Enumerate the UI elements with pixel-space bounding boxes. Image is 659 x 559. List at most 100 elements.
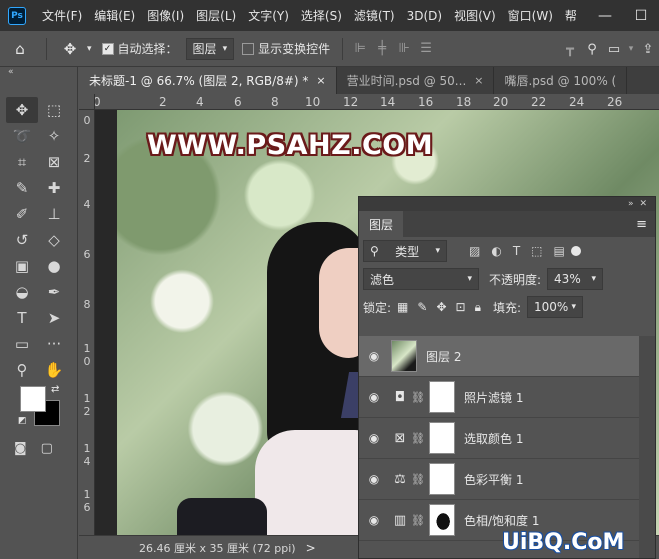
- tab-label: 营业时间.psd @ 50...: [346, 74, 467, 88]
- menu-filter[interactable]: 滤镜(T): [348, 7, 401, 24]
- blend-mode-dropdown[interactable]: 滤色 ▾: [363, 268, 479, 290]
- panel-menu-icon[interactable]: ≡: [636, 217, 647, 232]
- visibility-eye-icon[interactable]: ◉: [359, 472, 389, 486]
- hand-tool-icon[interactable]: ✋: [38, 357, 70, 383]
- home-icon[interactable]: ⌂: [0, 40, 40, 58]
- lock-icons: ▦ ✎ ✥ ⊡ 🔒︎: [397, 300, 481, 315]
- menu-image[interactable]: 图像(I): [141, 7, 190, 24]
- options-right-group: ┳ ⚲ ▭ ▾ ⇪: [559, 31, 659, 67]
- visibility-eye-icon[interactable]: ◉: [359, 390, 389, 404]
- close-icon[interactable]: ×: [474, 74, 483, 87]
- minimize-button[interactable]: —: [587, 8, 623, 24]
- visibility-eye-icon[interactable]: ◉: [359, 431, 389, 445]
- ruler-origin[interactable]: [79, 94, 95, 110]
- filter-pixel-icon[interactable]: ▨: [469, 244, 480, 258]
- align-right-icon[interactable]: ⊪: [393, 41, 415, 56]
- menu-layer[interactable]: 图层(L): [190, 7, 242, 24]
- layer-row[interactable]: ◉ ⊠ ⛓︎ 选取颜色 1: [359, 418, 639, 459]
- screen-mode-icon[interactable]: ▢: [41, 441, 53, 456]
- collapse-panel-icon[interactable]: »: [628, 199, 634, 209]
- tab-lips[interactable]: 嘴唇.psd @ 100% (: [494, 67, 628, 94]
- share-icon[interactable]: ⇪: [637, 42, 659, 57]
- panel-titlebar: » ✕: [359, 197, 655, 211]
- tab-business-hours[interactable]: 营业时间.psd @ 50... ×: [337, 67, 495, 94]
- close-icon[interactable]: ×: [316, 74, 325, 87]
- pen-tool-icon[interactable]: ✒: [38, 279, 70, 305]
- filter-adjustment-icon[interactable]: ◐: [491, 244, 501, 258]
- lock-position-icon[interactable]: ✥: [436, 300, 446, 315]
- distribute-icon[interactable]: ┳: [559, 42, 581, 57]
- menu-type[interactable]: 文字(Y): [242, 7, 295, 24]
- collapse-icon[interactable]: «: [0, 67, 77, 79]
- quick-mask-icon[interactable]: ◙: [14, 441, 27, 456]
- brush-tool-icon[interactable]: ✐: [6, 201, 38, 227]
- path-selection-tool-icon[interactable]: ➤: [38, 305, 70, 331]
- menu-file[interactable]: 文件(F): [36, 7, 88, 24]
- frame-tool-icon[interactable]: ⊠: [38, 149, 70, 175]
- zoom-tool-icon[interactable]: ⚲: [6, 357, 38, 383]
- search-icon[interactable]: ⚲: [581, 42, 603, 57]
- align-top-icon[interactable]: ☰: [415, 41, 437, 56]
- menu-select[interactable]: 选择(S): [295, 7, 348, 24]
- auto-select-target-dropdown[interactable]: 图层 ▾: [185, 37, 235, 60]
- swap-colors-icon[interactable]: ⇄: [51, 384, 59, 395]
- chevron-down-icon[interactable]: ▾: [87, 44, 92, 54]
- type-tool-icon[interactable]: T: [6, 305, 38, 331]
- menu-help[interactable]: 帮: [559, 7, 583, 24]
- visibility-eye-icon[interactable]: ◉: [359, 513, 389, 527]
- healing-brush-tool-icon[interactable]: ✚: [38, 175, 70, 201]
- align-center-icon[interactable]: ╪: [371, 41, 393, 56]
- filter-icons: ▨ ◐ T ⬚ ▤: [469, 244, 565, 258]
- move-tool-icon[interactable]: ✥: [6, 97, 38, 123]
- gradient-tool-icon[interactable]: ▣: [6, 253, 38, 279]
- magic-wand-tool-icon[interactable]: ✧: [38, 123, 70, 149]
- layer-row[interactable]: ◉ ⚖︎ ⛓︎ 色彩平衡 1: [359, 459, 639, 500]
- foreground-color-swatch[interactable]: [20, 386, 46, 412]
- history-brush-tool-icon[interactable]: ↺: [6, 227, 38, 253]
- lasso-tool-icon[interactable]: ➰: [6, 123, 38, 149]
- clone-stamp-tool-icon[interactable]: ⊥: [38, 201, 70, 227]
- default-colors-icon[interactable]: ◩: [18, 416, 27, 426]
- eraser-tool-icon[interactable]: ◇: [38, 227, 70, 253]
- opacity-field[interactable]: 43% ▾: [547, 268, 604, 290]
- blur-tool-icon[interactable]: ●: [38, 253, 70, 279]
- menu-window[interactable]: 窗口(W): [502, 7, 559, 24]
- filter-toggle[interactable]: [570, 246, 581, 256]
- filter-type-icon[interactable]: T: [513, 244, 520, 258]
- dodge-tool-icon[interactable]: ◒: [6, 279, 38, 305]
- crop-tool-icon[interactable]: ⌗: [6, 149, 38, 175]
- align-left-icon[interactable]: ⊫: [349, 41, 371, 56]
- more-tools-icon[interactable]: ···: [38, 331, 70, 357]
- lock-all-icon[interactable]: 🔒︎: [475, 300, 481, 315]
- fill-field[interactable]: 100% ▾: [527, 296, 584, 318]
- maximize-button[interactable]: ☐: [623, 8, 659, 24]
- visibility-eye-icon[interactable]: ◉: [359, 349, 389, 363]
- marquee-tool-icon[interactable]: ⬚: [38, 97, 70, 123]
- layer-list: ◉ 图层 2 ◉ ◘ ⛓︎ 照片滤镜 1 ◉ ⊠ ⛓︎ 选取颜色 1 ◉ ⚖︎ …: [359, 336, 639, 541]
- show-transform-checkbox[interactable]: [242, 42, 255, 55]
- status-menu-chevron[interactable]: >: [306, 541, 316, 555]
- tab-layers[interactable]: 图层: [359, 211, 404, 237]
- chevron-down-icon[interactable]: ▾: [625, 44, 637, 54]
- eyedropper-tool-icon[interactable]: ✎: [6, 175, 38, 201]
- workspace-icon[interactable]: ▭: [603, 42, 625, 57]
- lock-transparency-icon[interactable]: ▦: [397, 300, 408, 315]
- layer-row[interactable]: ◉ ◘ ⛓︎ 照片滤镜 1: [359, 377, 639, 418]
- menu-edit[interactable]: 编辑(E): [88, 7, 141, 24]
- lock-artboard-icon[interactable]: ⊡: [456, 300, 466, 315]
- filter-shape-icon[interactable]: ⬚: [531, 244, 542, 258]
- filter-smart-object-icon[interactable]: ▤: [554, 244, 565, 258]
- layer-row[interactable]: ◉ 图层 2: [359, 336, 639, 377]
- vertical-ruler[interactable]: 0 2 4 6 8 1 0 1 2 1 4 1 6: [79, 110, 95, 535]
- filter-type-dropdown[interactable]: ⚲ 类型 ▾: [363, 240, 447, 262]
- menu-view[interactable]: 视图(V): [448, 7, 502, 24]
- lock-pixels-icon[interactable]: ✎: [417, 300, 427, 315]
- move-tool-icon[interactable]: ✥: [53, 40, 87, 58]
- horizontal-ruler[interactable]: 0 2 4 6 8 10 12 14 16 18 20 22 24 26: [95, 94, 659, 110]
- rectangle-tool-icon[interactable]: ▭: [6, 331, 38, 357]
- auto-select-checkbox[interactable]: ✓: [101, 42, 114, 55]
- menu-3d[interactable]: 3D(D): [401, 9, 448, 23]
- close-icon[interactable]: ✕: [639, 199, 647, 209]
- layers-scrollbar[interactable]: [639, 336, 655, 558]
- tab-untitled-1[interactable]: 未标题-1 @ 66.7% (图层 2, RGB/8#) * ×: [79, 67, 337, 94]
